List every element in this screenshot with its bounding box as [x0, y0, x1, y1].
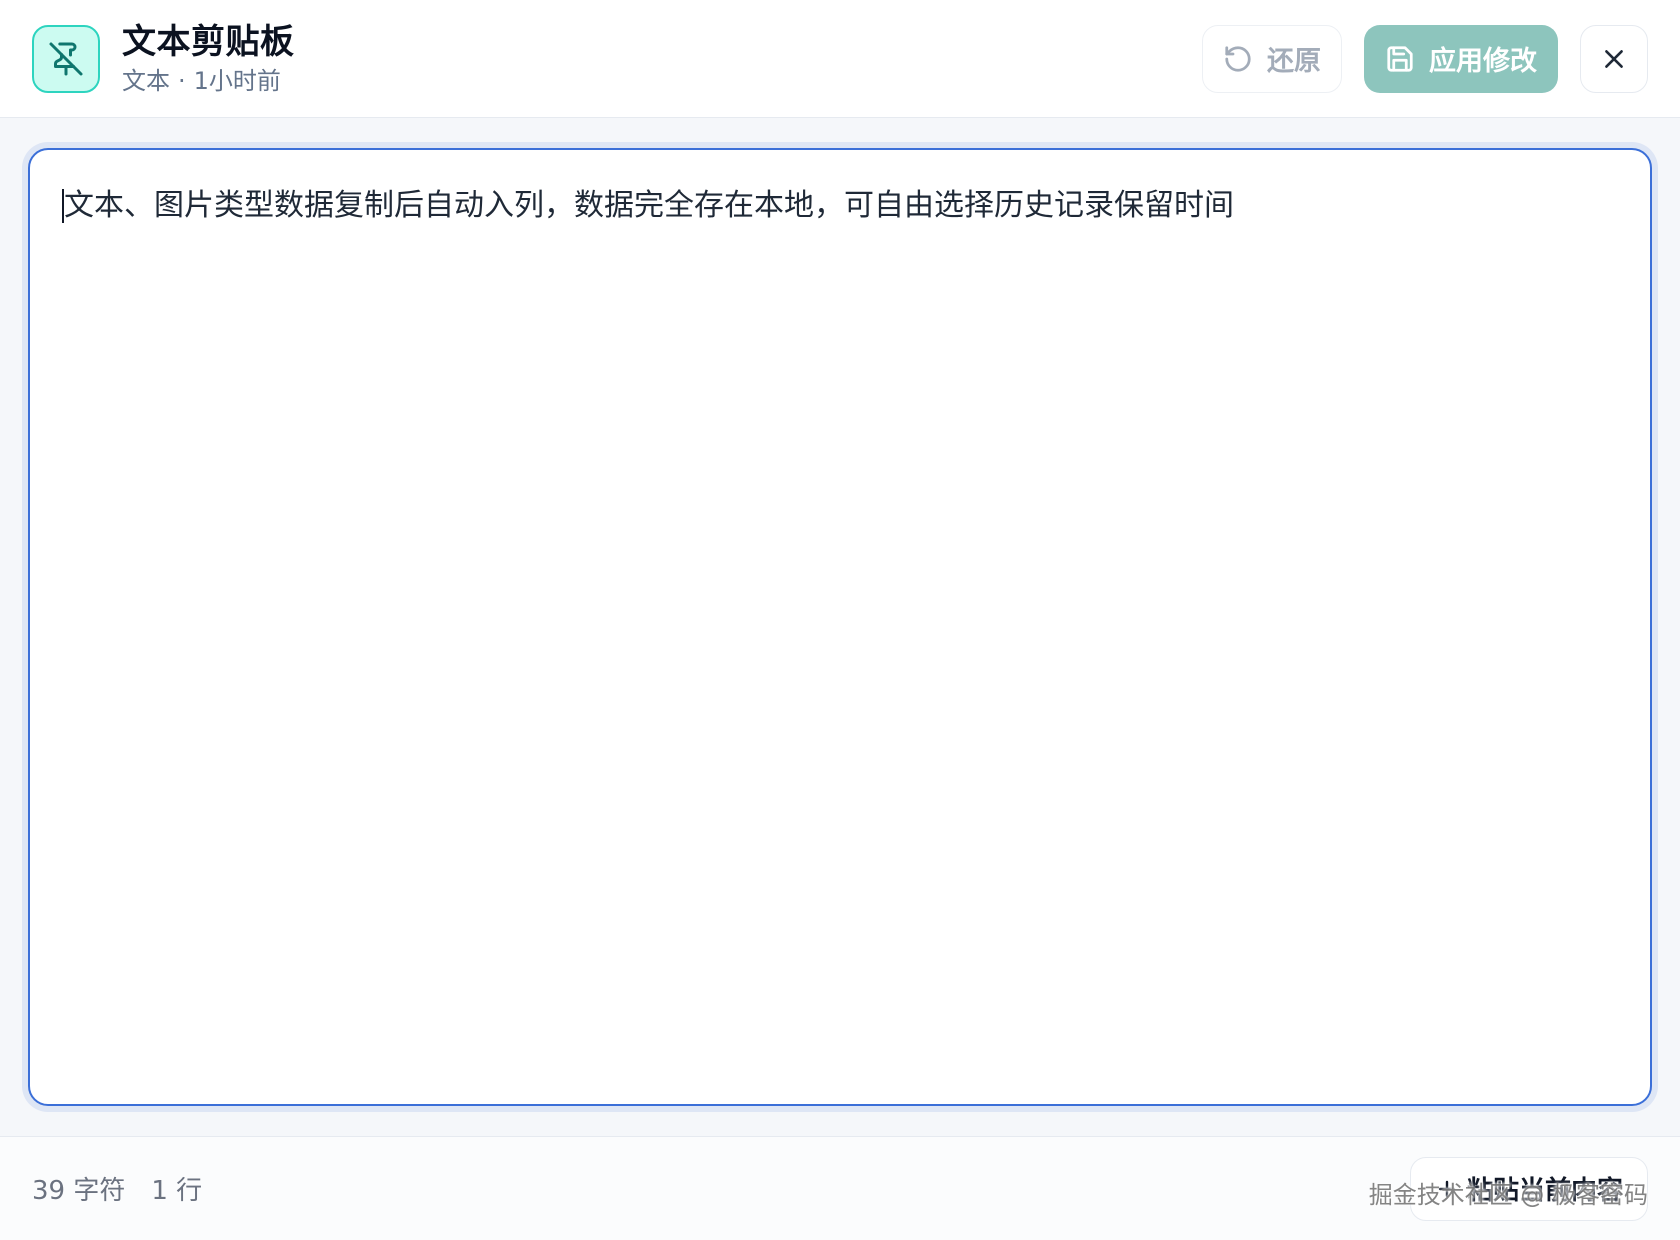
- text-caret: [62, 189, 64, 223]
- item-timestamp: 1小时前: [193, 66, 281, 95]
- pin-off-icon: [32, 24, 100, 93]
- rotate-ccw-icon: [1223, 44, 1253, 74]
- clipboard-editor-window: 文本剪贴板 文本 · 1小时前 还原 应用修改 文本、图片类型数据复制后自动入列…: [0, 0, 1680, 1240]
- line-count: 1 行: [151, 1176, 203, 1206]
- close-icon: [1601, 46, 1627, 72]
- header-actions: 还原 应用修改: [1202, 24, 1648, 93]
- char-count: 39 字符: [32, 1176, 126, 1206]
- paste-current-button[interactable]: 粘贴当前内容: [1409, 1156, 1648, 1221]
- plus-icon: [1435, 1177, 1459, 1201]
- apply-label: 应用修改: [1429, 46, 1537, 77]
- footer: 39 字符 1 行 粘贴当前内容 掘金技术社区 @ 极客密码: [0, 1136, 1680, 1240]
- title-block: 文本剪贴板 文本 · 1小时前: [122, 21, 295, 97]
- restore-button[interactable]: 还原: [1202, 24, 1342, 93]
- content-editor[interactable]: 文本、图片类型数据复制后自动入列，数据完全存在本地，可自由选择历史记录保留时间: [28, 148, 1652, 1106]
- apply-changes-button[interactable]: 应用修改: [1364, 24, 1558, 93]
- restore-label: 还原: [1267, 46, 1321, 77]
- page-title: 文本剪贴板: [122, 21, 295, 62]
- save-icon: [1385, 44, 1415, 74]
- text-stats: 39 字符 1 行: [32, 1170, 202, 1207]
- editor-content: 文本、图片类型数据复制后自动入列，数据完全存在本地，可自由选择历史记录保留时间: [64, 188, 1234, 223]
- item-meta: 文本 · 1小时前: [122, 65, 295, 97]
- paste-label: 粘贴当前内容: [1466, 1176, 1623, 1206]
- editor-text[interactable]: 文本、图片类型数据复制后自动入列，数据完全存在本地，可自由选择历史记录保留时间: [62, 186, 1618, 226]
- meta-separator: ·: [178, 66, 186, 95]
- close-button[interactable]: [1580, 24, 1648, 93]
- item-type: 文本: [122, 66, 170, 95]
- editor-area: 文本、图片类型数据复制后自动入列，数据完全存在本地，可自由选择历史记录保留时间: [0, 118, 1680, 1136]
- header: 文本剪贴板 文本 · 1小时前 还原 应用修改: [0, 0, 1680, 118]
